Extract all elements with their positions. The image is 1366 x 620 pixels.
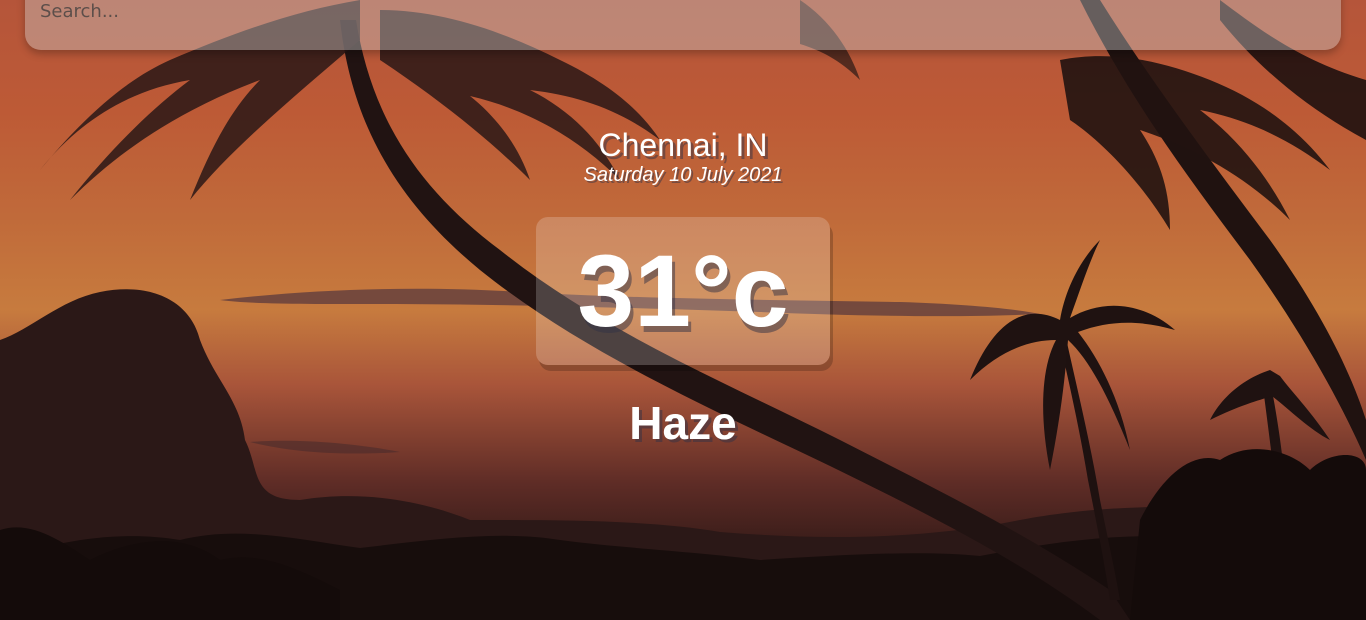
location-box: Chennai, IN Saturday 10 July 2021 — [0, 126, 1366, 187]
temperature-value: 31°c — [577, 234, 789, 348]
current-date: Saturday 10 July 2021 — [583, 164, 783, 186]
search-input[interactable] — [25, 0, 1341, 36]
weather-condition: Haze — [629, 397, 737, 449]
foreground-bush-right — [1130, 449, 1366, 620]
location-name: Chennai, IN — [598, 127, 768, 163]
search-bar[interactable] — [25, 0, 1341, 50]
temperature-box: 31°c — [536, 217, 830, 365]
weather-app: Chennai, IN Saturday 10 July 2021 31°c H… — [0, 0, 1366, 620]
